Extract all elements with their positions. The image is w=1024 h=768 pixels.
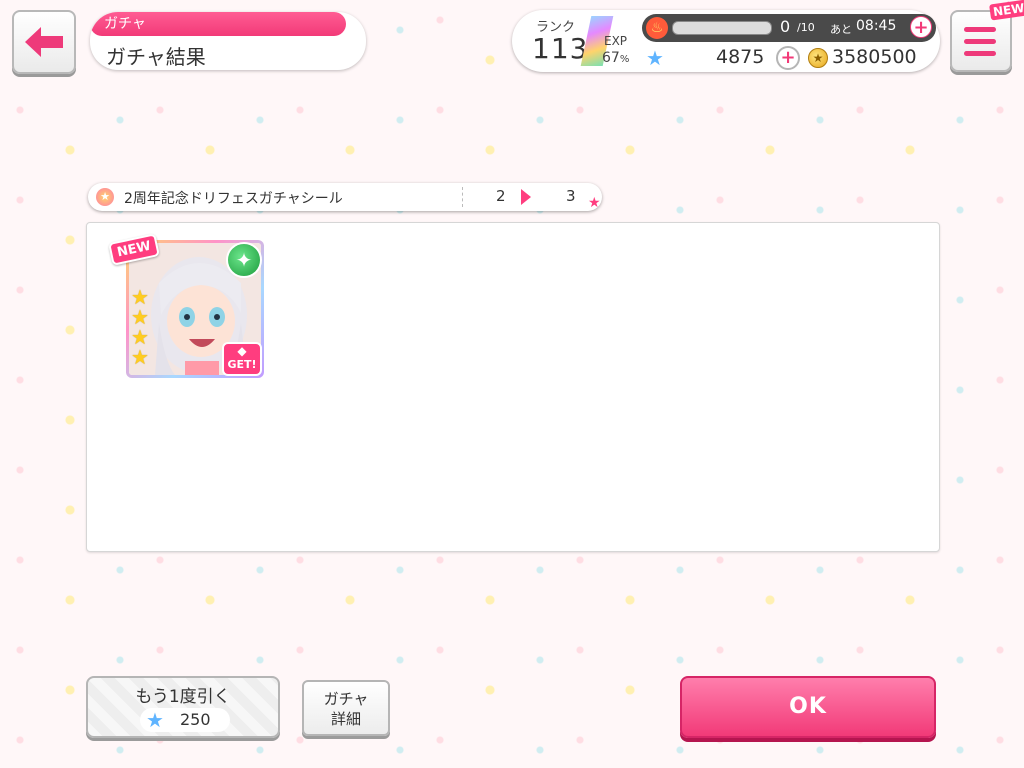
page-title: ガチャ結果 [106,45,206,69]
exp-percent: 67% [602,50,629,66]
ok-button[interactable]: OK [680,676,936,738]
exp-label: EXP [604,34,628,48]
rank-value: 113 [532,32,589,65]
draw-again-label: もう1度引く [135,687,231,707]
draw-again-button[interactable]: もう1度引く ★ 250 [86,676,280,738]
star-currency-icon: ★ [146,708,164,732]
star-count: 4875 [716,46,765,68]
star-currency-icon: ★ [646,46,664,70]
arrow-left-icon [25,27,63,57]
menu-icon-line [964,27,996,32]
card-rarity-stars: ★ ★ ★ ★ [131,287,149,367]
screen-title-plate: ガチャ ガチャ結果 [90,12,366,70]
add-live-boost-button[interactable]: + [910,16,932,38]
rarity-star-icon: ★ [131,325,149,349]
item-count-before: 2 [496,187,506,205]
flame-icon: ♨ [646,17,668,39]
back-button[interactable] [12,10,76,74]
costume-get-badge: ◆ GET! [222,342,262,376]
gacha-seal-icon: ★ [96,188,114,206]
menu-new-badge: NEW [989,0,1024,21]
item-count-after: 3 [566,187,576,205]
details-label-line2: 詳細 [330,710,361,728]
player-status-panel: ランク 113 EXP 67% ♨ 0 /10 あと 08:45 + ★ 487… [512,10,940,72]
menu-icon-line [964,39,996,44]
rarity-star-icon: ★ [131,285,149,309]
live-boost-gauge [672,21,772,35]
exp-percent-unit: % [619,54,630,65]
item-change-row: ★ 2周年記念ドリフェスガチャシール 2 3 ★ [88,183,602,211]
pure-attribute-icon: ✦ [226,242,262,278]
star-icon: ★ [588,195,601,211]
coin-count: 3580500 [832,46,917,68]
get-label: GET! [227,358,257,371]
recovery-timer-value: 08:45 [856,18,897,34]
menu-button[interactable] [950,10,1012,72]
details-label-line1: ガチャ [323,690,369,708]
arrow-right-icon [521,189,531,205]
divider [462,187,463,207]
rarity-star-icon: ★ [131,305,149,329]
recovery-timer-label: あと [830,23,852,36]
screen-category-tag: ガチャ [90,12,346,36]
live-boost-max: /10 [797,21,815,34]
live-boost-value: 0 [780,17,791,36]
coin-icon: ★ [808,48,828,68]
draw-cost: 250 [180,710,211,729]
buy-stars-button[interactable]: + [776,46,800,70]
gacha-details-button[interactable]: ガチャ 詳細 [302,680,390,736]
rarity-star-icon: ★ [131,345,149,369]
menu-icon-line [964,51,996,56]
exp-percent-value: 67 [602,50,620,66]
shirt-icon: ◆ [237,344,247,358]
item-name: 2周年記念ドリフェスガチャシール [124,191,343,207]
